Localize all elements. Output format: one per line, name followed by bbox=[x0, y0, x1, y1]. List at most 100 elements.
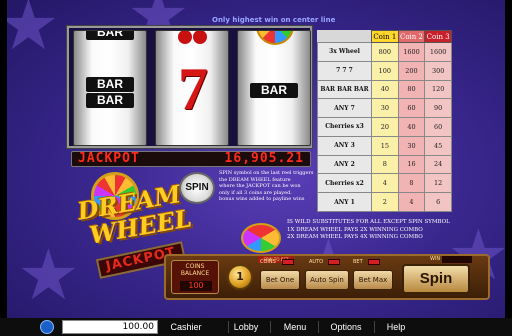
paytable-symbol: ANY 3 bbox=[317, 135, 372, 156]
wild-note-line: IS WILD SUBSTITUTES FOR ALL EXCEPT SPIN … bbox=[287, 219, 450, 225]
bet-max-button[interactable]: Bet Max bbox=[353, 270, 393, 290]
slot-game-area: ★ ★ ★ ★ ★ ★ Only highest win on center l… bbox=[7, 0, 505, 318]
paytable-row: ANY 1246 bbox=[317, 192, 452, 212]
options-button[interactable]: Options bbox=[322, 319, 370, 335]
win-label: WIN bbox=[430, 256, 441, 262]
rules-line: SPIN symbol on the last reel triggers bbox=[219, 170, 314, 176]
bar-symbol: BAR bbox=[250, 83, 298, 98]
paytable-value: 20 bbox=[371, 117, 399, 137]
cashier-button[interactable]: Cashier bbox=[164, 319, 208, 335]
paytable-value: 12 bbox=[424, 173, 452, 194]
spin-symbol-badge: SPIN bbox=[179, 172, 215, 204]
wild-note-line: 1X DREAM WHEEL PAYS 2X WINNING COMBO bbox=[287, 226, 423, 233]
paytable-row: 7 7 7 100 200 300 bbox=[317, 60, 452, 81]
reel-3: BAR bbox=[237, 30, 311, 146]
paytable-value: 8 bbox=[371, 154, 399, 175]
paytable-value: 80 bbox=[397, 79, 426, 100]
reel-1: BAR BAR BAR bbox=[73, 30, 147, 146]
paytable-value: 60 bbox=[424, 117, 452, 137]
coins-balance-box: COINS BALANCE 100 bbox=[171, 260, 219, 294]
coins-balance-value: 100 bbox=[180, 281, 212, 291]
paytable-value: 800 bbox=[371, 42, 399, 62]
paytable-value: 100 bbox=[371, 60, 399, 81]
paytable-symbol: Cherries x2 bbox=[317, 173, 372, 194]
paytable-value: 16 bbox=[397, 154, 426, 175]
wild-notes: IS WILD SUBSTITUTES FOR ALL EXCEPT SPIN … bbox=[287, 219, 487, 242]
paytable-value: 60 bbox=[397, 98, 426, 119]
auto-indicator bbox=[328, 259, 340, 265]
paytable-row: 3x Wheel 800 1600 1600 bbox=[317, 42, 452, 62]
auto-spin-button[interactable]: Auto Spin bbox=[305, 270, 349, 290]
paytable-value: 90 bbox=[424, 98, 452, 119]
paytable-value: 4 bbox=[397, 192, 426, 212]
lobby-button[interactable]: Lobby bbox=[226, 319, 266, 335]
coins-label: COINS bbox=[260, 259, 276, 265]
rules-line: the DREAM WHEEL feature bbox=[219, 176, 291, 183]
spin-button[interactable]: Spin bbox=[402, 264, 470, 294]
paytable: Coin 1 Coin 2 Coin 3 3x Wheel 800 1600 1600… bbox=[317, 30, 452, 212]
background-star: ★ bbox=[7, 0, 60, 66]
bonus-rules-text: SPIN symbol on the last reel triggers th… bbox=[219, 170, 319, 203]
bar-symbol: BAR bbox=[86, 77, 134, 92]
dream-wheel-wild-icon bbox=[241, 223, 281, 253]
paytable-symbol-header bbox=[318, 31, 372, 43]
bet-indicator bbox=[368, 259, 380, 265]
seven-symbol: 7 bbox=[178, 56, 208, 122]
paytable-header-coin1: Coin 1 bbox=[371, 30, 399, 43]
paytable-row: Cherries x3 20 40 60 bbox=[317, 117, 452, 137]
paytable-value: 8 bbox=[397, 173, 426, 194]
help-button[interactable]: Help bbox=[378, 319, 414, 335]
paytable-value: 40 bbox=[397, 117, 426, 137]
paytable-symbol: Cherries x3 bbox=[317, 117, 372, 137]
paytable-symbol: BAR BAR BAR bbox=[317, 79, 372, 100]
bet-one-button[interactable]: Bet One bbox=[260, 270, 300, 290]
globe-icon bbox=[40, 320, 54, 334]
menu-divider bbox=[270, 321, 271, 333]
paytable-row: ANY 2 8 16 24 bbox=[317, 154, 452, 175]
bar-symbol: BAR bbox=[86, 31, 134, 40]
paytable-value: 120 bbox=[424, 79, 452, 100]
menu-divider bbox=[374, 321, 375, 333]
coins-balance-label: COINS BALANCE bbox=[180, 263, 210, 277]
paytable-row: ANY 3 15 30 45 bbox=[317, 135, 452, 156]
rules-line: only if all 3 coins are played. bbox=[219, 189, 292, 196]
paytable-value: 30 bbox=[397, 135, 426, 156]
win-display bbox=[442, 256, 472, 263]
jackpot-value: 16,905.21 bbox=[224, 151, 304, 166]
paytable-value: 30 bbox=[371, 98, 399, 119]
coins-indicator bbox=[282, 259, 294, 265]
reels-window: BAR BAR BAR 7 BAR bbox=[67, 26, 312, 148]
paytable-symbol: 3x Wheel bbox=[317, 42, 372, 62]
bar-symbol: BAR bbox=[86, 93, 134, 108]
auto-label: AUTO bbox=[309, 259, 324, 265]
reel-2: 7 bbox=[155, 30, 229, 146]
jackpot-display: JACKPOT 16,905.21 bbox=[71, 151, 311, 167]
cherry-icon bbox=[178, 31, 207, 44]
center-line-note: Only highest win on center line bbox=[212, 16, 336, 24]
paytable-header-coin3: Coin 3 bbox=[424, 30, 452, 43]
paytable-symbol: ANY 2 bbox=[317, 154, 372, 175]
rules-line: bonus wins added to payline wins bbox=[219, 196, 305, 203]
menu-button[interactable]: Menu bbox=[275, 319, 315, 335]
paytable-value: 1600 bbox=[424, 42, 452, 62]
paytable-row: ANY 7 30 60 90 bbox=[317, 98, 452, 119]
menu-divider bbox=[318, 321, 319, 333]
control-panel: COINS BALANCE 100 1 SPIN TO BET COINS AU… bbox=[164, 254, 490, 300]
paytable-row: BAR BAR BAR 40 80 120 bbox=[317, 79, 452, 100]
balance-field: 100.00 bbox=[62, 320, 158, 334]
coin-value-button[interactable]: 1 bbox=[227, 264, 253, 290]
paytable-header-coin2: Coin 2 bbox=[397, 30, 426, 43]
dream-wheel-symbol-icon bbox=[256, 31, 294, 45]
paytable-symbol: ANY 7 bbox=[317, 98, 372, 119]
rules-line: where the JACKPOT can be won bbox=[219, 183, 301, 190]
paytable-value: 6 bbox=[424, 192, 452, 212]
paytable-value: 15 bbox=[371, 135, 399, 156]
bet-label: BET bbox=[353, 259, 363, 265]
jackpot-label: JACKPOT bbox=[78, 151, 140, 166]
paytable-symbol: 7 7 7 bbox=[317, 60, 372, 81]
paytable-value: 45 bbox=[424, 135, 452, 156]
paytable-value: 200 bbox=[397, 60, 426, 81]
paytable-value: 40 bbox=[371, 79, 399, 100]
paytable-symbol: ANY 1 bbox=[317, 192, 372, 212]
paytable-value: 1600 bbox=[397, 42, 426, 62]
